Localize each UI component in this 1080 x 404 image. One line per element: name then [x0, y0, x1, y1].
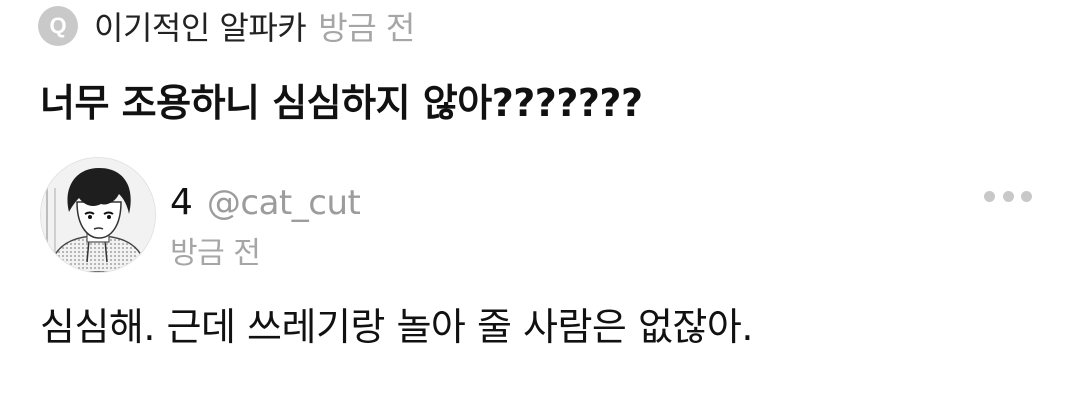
question-header: Q 이기적인 알파카 방금 전	[38, 4, 415, 48]
answer-timestamp: 방금 전	[170, 236, 261, 271]
answerer-info: 4 @cat_cut	[170, 182, 361, 223]
avatar[interactable]	[40, 157, 156, 273]
asker-name[interactable]: 이기적인 알파카	[94, 3, 307, 49]
question-badge: Q	[38, 6, 78, 46]
answerer-handle[interactable]: @cat_cut	[207, 183, 361, 223]
avatar-image	[41, 158, 155, 272]
more-dots-icon	[1021, 190, 1032, 202]
more-dots-icon	[1002, 190, 1014, 202]
more-dots-icon	[984, 190, 995, 202]
question-timestamp: 방금 전	[318, 9, 415, 47]
question-text: 너무 조용하니 심심하지 않아???????	[40, 81, 643, 125]
answerer-name[interactable]: 4	[170, 182, 193, 223]
more-options-button[interactable]	[984, 184, 1032, 208]
answer-text: 심심해. 근데 쓰레기랑 놀아 줄 사람은 없잖아.	[40, 305, 753, 349]
